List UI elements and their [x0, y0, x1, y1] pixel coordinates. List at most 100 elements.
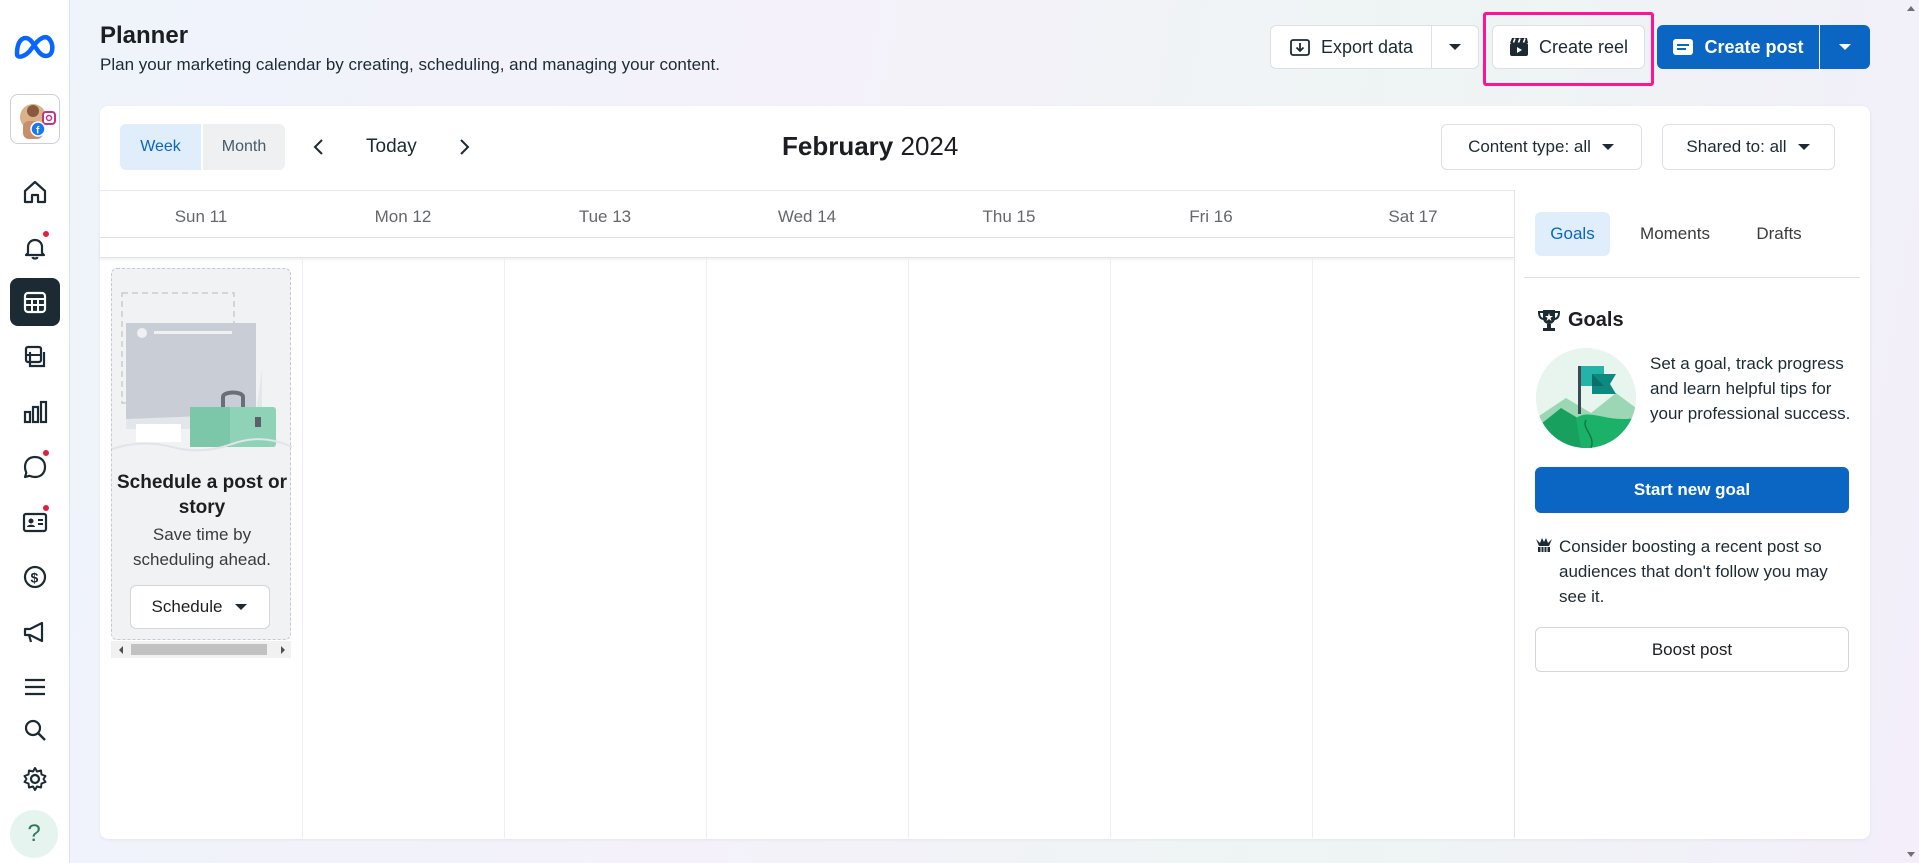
caret-down-icon — [1449, 44, 1461, 50]
all-day-row — [100, 238, 1514, 258]
week-day-header: Sun 11 Mon 12 Tue 13 Wed 14 Thu 15 Fri 1… — [100, 190, 1514, 238]
content-icon — [24, 345, 46, 368]
ads-icon — [23, 621, 44, 643]
schedule-title: Schedule a post or story — [117, 472, 287, 518]
panel-tabs-divider — [1524, 277, 1860, 278]
horizontal-scrollbar[interactable] — [111, 641, 291, 658]
meta-logo[interactable] — [12, 26, 58, 66]
inbox-icon — [23, 455, 47, 479]
home-icon — [23, 180, 47, 204]
sidebar: f $ ? — [0, 0, 70, 863]
notification-dot — [42, 230, 50, 238]
view-month-tab[interactable]: Month — [203, 124, 285, 170]
day-header-fri: Fri 16 — [1189, 207, 1233, 226]
column-divider — [1110, 258, 1111, 838]
create-post-label: Create post — [1704, 36, 1804, 57]
sidebar-item-inbox[interactable] — [10, 443, 60, 491]
boost-tip-text: Consider boosting a recent post so audie… — [1559, 537, 1828, 606]
column-divider — [504, 258, 505, 838]
export-data-label: Export data — [1320, 36, 1414, 57]
goals-heading-text: Goals — [1568, 308, 1624, 331]
scroll-down-icon — [1907, 852, 1915, 857]
goals-heading: Goals — [1536, 308, 1624, 332]
day-header-tue: Tue 13 — [578, 207, 632, 226]
tab-moments[interactable]: Moments — [1625, 212, 1725, 256]
scrollbar-thumb[interactable] — [131, 644, 267, 655]
sidebar-item-ads[interactable] — [10, 608, 60, 656]
crown-icon — [1536, 538, 1552, 552]
goal-illustration — [1536, 348, 1636, 448]
next-week-button[interactable] — [450, 132, 480, 162]
create-post-dropdown-button[interactable] — [1820, 25, 1870, 69]
trophy-icon — [1537, 310, 1561, 331]
inbox-dot — [42, 449, 50, 457]
sidebar-item-insights[interactable] — [10, 388, 60, 436]
day-header-sun: Sun 11 — [174, 207, 228, 226]
month-title: February 2024 — [782, 131, 958, 162]
sidebar-item-search[interactable] — [10, 706, 60, 754]
boost-post-button[interactable]: Boost post — [1535, 627, 1849, 672]
schedule-illustration — [112, 292, 292, 452]
schedule-card: Schedule a post or story Save time by sc… — [111, 268, 292, 640]
svg-text:$: $ — [31, 570, 39, 586]
chevron-right-icon — [460, 139, 470, 155]
view-week-tab[interactable]: Week — [120, 124, 201, 170]
boost-tip: Consider boosting a recent post so audie… — [1535, 534, 1855, 609]
sidebar-item-content[interactable] — [10, 333, 60, 381]
sidebar-item-settings[interactable] — [10, 755, 60, 803]
scroll-up-icon — [1907, 6, 1915, 11]
export-icon — [1290, 39, 1310, 56]
export-dropdown-button[interactable] — [1431, 25, 1479, 69]
column-divider — [1312, 258, 1313, 838]
scroll-right-icon — [281, 646, 285, 654]
schedule-button[interactable]: Schedule — [130, 585, 270, 629]
scroll-left-icon — [119, 646, 123, 654]
day-header-sat: Sat 17 — [1388, 207, 1438, 226]
column-divider — [302, 258, 303, 838]
bell-icon — [24, 238, 46, 260]
sidebar-item-contacts[interactable] — [10, 498, 60, 546]
day-header-mon: Mon 12 — [374, 207, 432, 226]
gear-icon — [23, 767, 47, 791]
monetization-icon: $ — [23, 565, 47, 589]
tab-goals[interactable]: Goals — [1535, 212, 1610, 256]
today-button[interactable]: Today — [366, 136, 417, 158]
caret-down-icon — [1797, 144, 1810, 150]
page-title: Planner — [100, 22, 189, 49]
shared-to-filter[interactable]: Shared to: all — [1662, 124, 1835, 170]
chevron-left-icon — [313, 139, 323, 155]
sidebar-item-home[interactable] — [10, 168, 60, 216]
tab-drafts[interactable]: Drafts — [1735, 212, 1823, 256]
schedule-label: Schedule — [151, 597, 223, 616]
schedule-description: Save time by scheduling ahead. — [132, 525, 271, 569]
insights-icon — [23, 400, 48, 424]
column-divider — [908, 258, 909, 838]
account-avatar[interactable]: f — [10, 94, 60, 144]
calendar-icon — [23, 291, 47, 314]
previous-week-button[interactable] — [303, 132, 333, 162]
goals-description: Set a goal, track progress and learn hel… — [1650, 354, 1851, 423]
sidebar-item-monetization[interactable]: $ — [10, 553, 60, 601]
sidebar-item-notifications[interactable] — [10, 224, 60, 272]
help-icon[interactable]: ? — [10, 810, 58, 858]
page-scrollbar[interactable] — [1902, 0, 1919, 863]
caret-down-icon — [235, 604, 248, 610]
sidebar-item-menu[interactable] — [10, 663, 60, 711]
day-header-thu: Thu 15 — [982, 207, 1036, 226]
contacts-dot — [42, 504, 50, 512]
column-divider — [706, 258, 707, 838]
menu-icon — [25, 678, 45, 696]
year: 2024 — [900, 131, 959, 161]
sidebar-item-planner[interactable] — [10, 278, 60, 326]
month-name: February — [782, 131, 894, 161]
content-type-filter[interactable]: Content type: all — [1441, 124, 1642, 170]
create-post-button[interactable]: Create post — [1657, 25, 1819, 69]
search-icon — [24, 719, 46, 741]
start-new-goal-button[interactable]: Start new goal — [1535, 467, 1849, 513]
highlight-box — [1483, 12, 1654, 86]
panel-divider — [1514, 190, 1515, 838]
contact-card-icon — [22, 512, 48, 533]
caret-down-icon — [1839, 44, 1851, 50]
day-header-wed: Wed 14 — [777, 207, 837, 226]
export-data-button[interactable]: Export data — [1270, 25, 1432, 69]
